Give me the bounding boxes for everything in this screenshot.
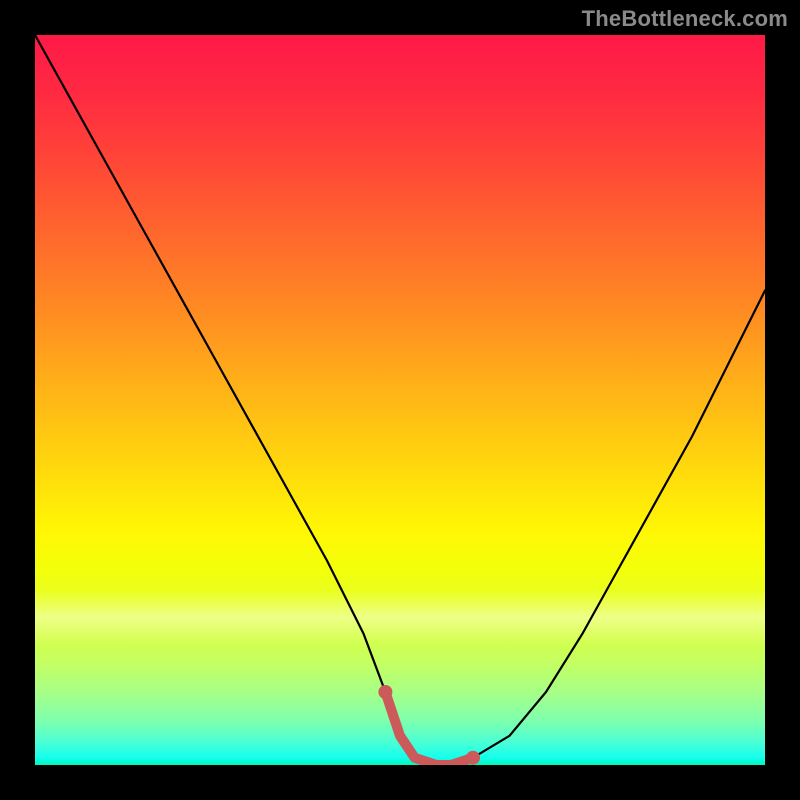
highlight-curve bbox=[385, 692, 473, 765]
highlight-dot bbox=[466, 751, 480, 765]
plot-area bbox=[35, 35, 765, 765]
watermark-text: TheBottleneck.com bbox=[582, 6, 788, 32]
main-curve bbox=[35, 35, 765, 765]
curve-svg bbox=[35, 35, 765, 765]
highlight-dot bbox=[378, 685, 392, 699]
chart-frame: TheBottleneck.com bbox=[0, 0, 800, 800]
